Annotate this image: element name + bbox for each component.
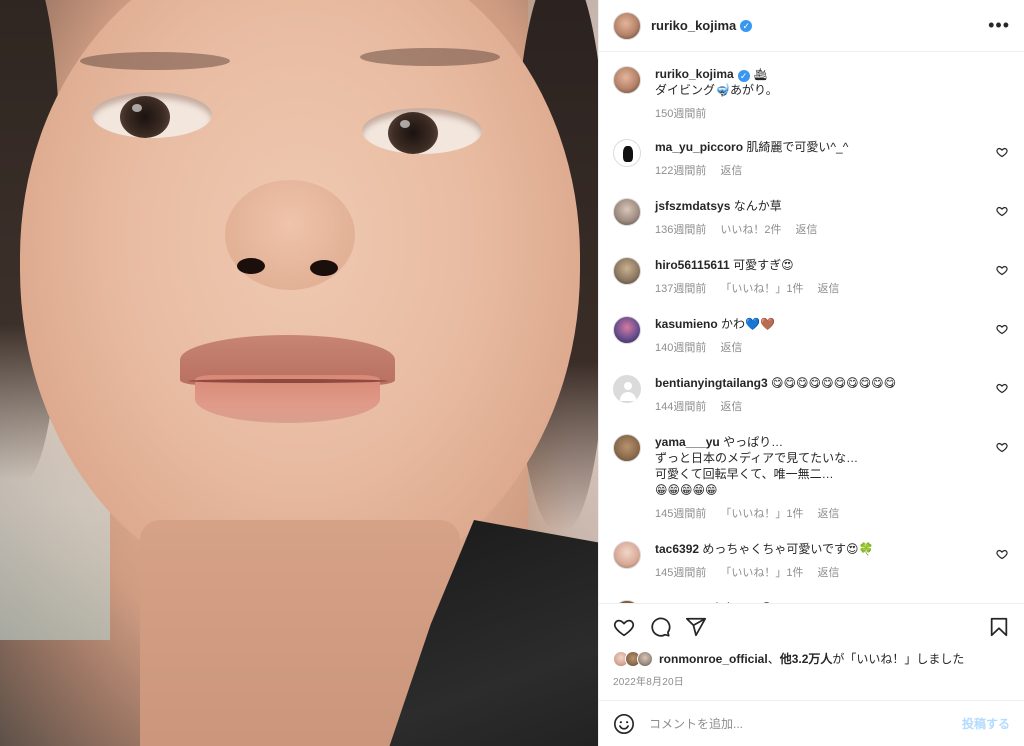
instagram-post-view: ruriko_kojima ✓ ••• ruriko_kojima ✓ 🛳 ダイビ… — [0, 0, 1024, 746]
post-photo[interactable] — [0, 0, 598, 746]
comment-row: ma_yu_piccoro 肌綺麗で可愛い^_^ 122週間前 返信 — [613, 139, 1010, 178]
nostril-right — [310, 260, 338, 276]
eye-right — [362, 108, 482, 154]
comment-time[interactable]: 137週間前 — [655, 280, 706, 296]
smile-icon[interactable] — [613, 713, 635, 735]
reply-button[interactable]: 返信 — [720, 339, 742, 355]
likes-count[interactable]: 他3.2万人 — [780, 652, 833, 666]
comment-text: なんか草 — [733, 199, 782, 213]
share-icon[interactable] — [685, 616, 707, 638]
avatar[interactable] — [613, 600, 641, 603]
caption-time[interactable]: 150週間前 — [655, 105, 706, 121]
comment-input[interactable] — [649, 716, 962, 731]
reply-button[interactable]: 返信 — [817, 505, 839, 521]
comment-icon[interactable] — [649, 616, 671, 638]
comment-username[interactable]: bentianyingtailang3 — [655, 376, 768, 390]
comment-username[interactable]: tac6392 — [655, 542, 699, 556]
comment-likes[interactable]: 「いいね！」1件 — [720, 505, 803, 521]
comment-text: 可愛すぎ😍 — [733, 258, 794, 272]
comment-row: bentianyingtailang3 😋😋😋😋😋😋😋😋😋😋 144週間前 返信 — [613, 375, 1010, 414]
comments-list[interactable]: ruriko_kojima ✓ 🛳 ダイビング🤿あがり。 150週間前 ma_yu… — [599, 52, 1024, 603]
lips — [180, 335, 395, 423]
avatar[interactable] — [613, 541, 641, 569]
comment-username[interactable]: hiro56115611 — [655, 258, 730, 272]
comment-time[interactable]: 140週間前 — [655, 339, 706, 355]
likes-separator: 、 — [767, 652, 780, 666]
reply-button[interactable]: 返信 — [817, 280, 839, 296]
heart-icon[interactable] — [996, 548, 1008, 560]
comment-text: 肌綺麗で可愛い^_^ — [746, 140, 849, 154]
post-caption: ruriko_kojima ✓ 🛳 ダイビング🤿あがり。 150週間前 — [613, 66, 1010, 121]
heart-icon[interactable] — [996, 323, 1008, 335]
post-actions: ronmonroe_official、他3.2万人が「いいね！」しました 202… — [599, 603, 1024, 688]
comment-row: hiro56115611 可愛すぎ😍 137週間前 「いいね！」1件 返信 — [613, 257, 1010, 296]
avatar[interactable] — [613, 257, 641, 285]
heart-icon[interactable] — [996, 205, 1008, 217]
likes-summary[interactable]: ronmonroe_official、他3.2万人が「いいね！」しました — [613, 650, 1010, 667]
comment-row: jsfszmdatsys なんか草 136週間前 いいね！2件 返信 — [613, 198, 1010, 237]
heart-icon[interactable] — [613, 616, 635, 638]
likes-suffix: が「いいね！」しました — [832, 652, 965, 666]
comment-likes[interactable]: いいね！2件 — [720, 221, 781, 237]
comment-text: かわ💙🤎 — [721, 317, 775, 331]
post-date[interactable]: 2022年8月20日 — [613, 673, 1010, 688]
post-header: ruriko_kojima ✓ ••• — [599, 0, 1024, 52]
comment-time[interactable]: 145週間前 — [655, 564, 706, 580]
comment-text: 😋😋😋😋😋😋😋😋😋😋 — [771, 376, 897, 390]
comment-row: yana0624 かわいい😆 146週間前 「いいね！」1件 返信 — [613, 600, 1010, 603]
avatar[interactable] — [613, 139, 641, 167]
comment-row: tac6392 めっちゃくちゃ可愛いです😍🍀 145週間前 「いいね！」1件 返… — [613, 541, 1010, 580]
post-comment-button[interactable]: 投稿する — [962, 715, 1010, 732]
avatar[interactable] — [613, 375, 641, 403]
comment-row: yama___yu やっぱり… ずっと日本のメディアで見てたいな… 可愛くて回転早く… — [613, 434, 1010, 521]
caption-text: ダイビング🤿あがり。 — [655, 83, 778, 97]
heart-icon[interactable] — [996, 264, 1008, 276]
avatar[interactable] — [613, 11, 641, 40]
avatar[interactable] — [613, 434, 641, 462]
eyebrow-left — [80, 52, 230, 70]
liker-avatars — [613, 650, 653, 667]
verified-icon: ✓ — [740, 19, 753, 32]
comment-username[interactable]: kasumieno — [655, 317, 718, 331]
bookmark-icon[interactable] — [988, 616, 1010, 638]
comment-time[interactable]: 122週間前 — [655, 162, 706, 178]
comment-time[interactable]: 145週間前 — [655, 505, 706, 521]
comment-likes[interactable]: 「いいね！」1件 — [720, 564, 803, 580]
comment-text: かわいい😆 — [712, 601, 773, 603]
heart-icon[interactable] — [996, 146, 1008, 158]
nose — [225, 180, 355, 290]
eyebrow-right — [360, 48, 500, 66]
comment-username[interactable]: yama___yu — [655, 435, 720, 449]
comment-text: めっちゃくちゃ可愛いです😍🍀 — [702, 542, 874, 556]
caption-username[interactable]: ruriko_kojima — [655, 67, 734, 81]
reply-button[interactable]: 返信 — [817, 564, 839, 580]
comment-time[interactable]: 136週間前 — [655, 221, 706, 237]
header-username[interactable]: ruriko_kojima — [651, 18, 736, 33]
liker-username[interactable]: ronmonroe_official — [659, 652, 768, 666]
avatar[interactable] — [613, 316, 641, 344]
comment-row: kasumieno かわ💙🤎 140週間前 返信 — [613, 316, 1010, 355]
more-icon[interactable]: ••• — [988, 15, 1010, 36]
comment-time[interactable]: 144週間前 — [655, 398, 706, 414]
eye-left — [92, 92, 212, 138]
reply-button[interactable]: 返信 — [720, 162, 742, 178]
reply-button[interactable]: 返信 — [720, 398, 742, 414]
reply-button[interactable]: 返信 — [795, 221, 817, 237]
avatar[interactable] — [613, 198, 641, 226]
comment-username[interactable]: ma_yu_piccoro — [655, 140, 743, 154]
caption-emoji: 🛳 — [753, 67, 769, 81]
avatar[interactable] — [613, 66, 641, 94]
nostril-left — [237, 258, 265, 274]
comment-username[interactable]: jsfszmdatsys — [655, 199, 730, 213]
comment-likes[interactable]: 「いいね！」1件 — [720, 280, 803, 296]
add-comment-bar: 投稿する — [599, 700, 1024, 746]
post-side-panel: ruriko_kojima ✓ ••• ruriko_kojima ✓ 🛳 ダイビ… — [598, 0, 1024, 746]
heart-icon[interactable] — [996, 382, 1008, 394]
heart-icon[interactable] — [996, 441, 1008, 453]
comment-username[interactable]: yana0624 — [655, 601, 709, 603]
verified-icon: ✓ — [737, 70, 750, 82]
